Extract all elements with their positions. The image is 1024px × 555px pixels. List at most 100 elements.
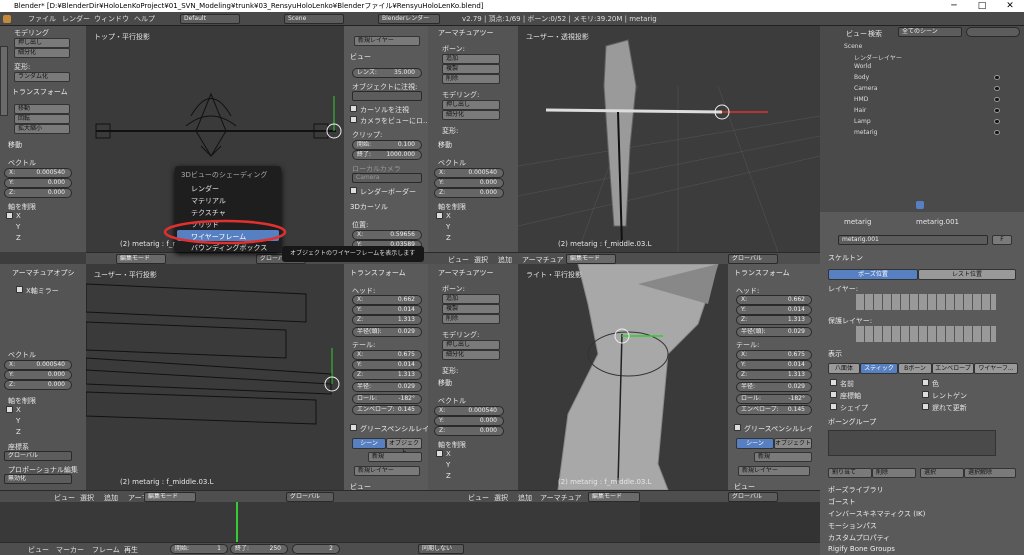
outliner-lamp[interactable]: Lamp	[854, 118, 871, 125]
outliner-search-input[interactable]	[966, 27, 1020, 37]
menu-help[interactable]: ヘルプ	[134, 14, 155, 24]
vector-z-tr[interactable]: Z: 0.000	[434, 188, 504, 198]
rotate-button[interactable]: 回転	[14, 114, 70, 124]
viewport-right-ortho[interactable]: ライト・平行投影 (2) metarig : f_middle.03.L	[518, 264, 728, 490]
motion-paths-section[interactable]: モーションパス	[828, 521, 877, 531]
mode-select-br[interactable]: 編集モード	[588, 492, 640, 502]
cam-to-view-checkbox[interactable]	[350, 116, 357, 123]
skeleton-section[interactable]: スケルトン	[828, 253, 863, 263]
transform-title-bl[interactable]: トランスフォーム	[350, 268, 406, 278]
ghost-section[interactable]: ゴースト	[828, 497, 856, 507]
bone-groups-section[interactable]: ボーングループ	[828, 417, 876, 427]
eye-icon[interactable]	[994, 119, 1000, 124]
delay-checkbox[interactable]	[922, 403, 929, 410]
bone-add-button[interactable]: 追加	[442, 54, 500, 64]
outliner-metarig[interactable]: metarig	[854, 129, 878, 136]
gp-object-tab[interactable]: オブジェクト	[386, 438, 422, 456]
scale-button[interactable]: 拡大縮小	[14, 124, 70, 134]
subdivide-button[interactable]: 細分化	[14, 48, 70, 58]
tail-z[interactable]: Z: 1.313	[352, 370, 422, 380]
new-layer-button[interactable]: 新規レイヤー	[354, 36, 420, 46]
vector-x-field[interactable]: X: 0.000540	[4, 168, 72, 178]
coord-select[interactable]: グローバル	[4, 451, 72, 461]
head-y-br[interactable]: Y: 0.014	[736, 305, 812, 315]
outliner-menu-search[interactable]: 検索	[868, 29, 882, 39]
bone-group-select[interactable]: 選択	[920, 468, 964, 478]
shading-texture[interactable]: テクスチャ	[191, 208, 226, 218]
layer-grid[interactable]	[856, 294, 996, 310]
tail-radius[interactable]: 半径: 0.029	[352, 382, 422, 392]
close-button[interactable]: ✕	[996, 0, 1024, 12]
cursor-x-field[interactable]: X: 0.59656	[352, 230, 422, 240]
eye-icon[interactable]	[994, 130, 1000, 135]
armature-tools-title[interactable]: アーマチュアツー	[438, 28, 493, 38]
move-panel-tr[interactable]: 移動	[438, 140, 452, 150]
viewport-user-ortho[interactable]: ユーザー・平行投影 (2) metarig : f_middle.03.L	[86, 264, 344, 490]
tail-y[interactable]: Y: 0.014	[352, 360, 422, 370]
frame-end-field[interactable]: 終了: 250	[230, 544, 288, 554]
minimize-button[interactable]: ─	[940, 0, 968, 12]
head-y[interactable]: Y: 0.014	[352, 305, 422, 315]
mode-select-tr[interactable]: 編集モード	[566, 254, 616, 264]
display-bbone[interactable]: Bボーン	[898, 363, 932, 374]
subdiv-br[interactable]: 細分化	[442, 350, 500, 360]
clip-end-field[interactable]: 終了: 1000.000	[352, 150, 422, 160]
gp-new-button[interactable]: 新規	[368, 452, 422, 462]
protected-layer-grid[interactable]	[856, 326, 996, 342]
outliner-body[interactable]: Body	[854, 74, 869, 81]
outliner-menu-view[interactable]: ビュー	[846, 29, 867, 39]
bone-duplicate-button[interactable]: 複製	[442, 64, 500, 74]
display-section[interactable]: 表示	[828, 349, 842, 359]
outliner-camera[interactable]: Camera	[854, 85, 878, 92]
display-octahedral[interactable]: 八面体	[828, 363, 860, 374]
transform-title-br[interactable]: トランスフォーム	[734, 268, 790, 278]
bone-group-assign[interactable]: 割り当て	[828, 468, 872, 478]
menu-file[interactable]: ファイル	[28, 14, 56, 24]
extrude-button-tr[interactable]: 押し出し	[442, 100, 500, 110]
lock-object-field[interactable]	[352, 91, 422, 101]
move-button[interactable]: 移動	[14, 104, 70, 114]
vector-x-br[interactable]: X: 0.000540	[434, 406, 504, 416]
menu-render[interactable]: レンダー	[62, 14, 90, 24]
constraint-x-bl[interactable]	[6, 406, 13, 413]
tl-menu-marker[interactable]: マーカー	[56, 545, 84, 555]
layout-select[interactable]: Default	[180, 14, 240, 24]
cursor-section[interactable]: 3Dカーソル	[350, 202, 388, 212]
tl-menu-frame[interactable]: フレーム	[92, 545, 120, 555]
eye-icon[interactable]	[994, 108, 1000, 113]
axes-checkbox[interactable]	[830, 391, 837, 398]
vector-z-br[interactable]: Z: 0.000	[434, 426, 504, 436]
tail-x[interactable]: X: 0.675	[352, 350, 422, 360]
vector-x-bl[interactable]: X: 0.000540	[4, 360, 72, 370]
current-frame-field[interactable]: 2	[292, 544, 340, 554]
head-x[interactable]: X: 0.662	[352, 295, 422, 305]
head-z[interactable]: Z: 1.313	[352, 315, 422, 325]
pivot-select-br[interactable]: グローバル	[728, 492, 778, 502]
bone-group-deselect[interactable]: 選択解除	[964, 468, 1016, 478]
vector-z-bl[interactable]: Z: 0.000	[4, 380, 72, 390]
custom-props-section[interactable]: カスタムプロパティ	[828, 533, 890, 543]
pivot-select-tr[interactable]: グローバル	[728, 254, 778, 264]
shading-render[interactable]: レンダー	[191, 184, 219, 194]
bone-del-br[interactable]: 削除	[442, 314, 500, 324]
view-section[interactable]: ビュー	[350, 52, 371, 62]
randomize-button[interactable]: ランダム化	[14, 72, 70, 82]
operator-panel-title[interactable]: 移動	[8, 140, 22, 150]
gp-scene-br[interactable]: シーン	[736, 438, 774, 449]
lens-field[interactable]: レンズ: 35.000	[352, 68, 422, 78]
shelf-tabs[interactable]	[0, 46, 8, 116]
sync-select[interactable]: 同期しない	[418, 544, 464, 554]
maximize-button[interactable]: □	[968, 0, 996, 12]
move-panel-br[interactable]: 移動	[438, 378, 452, 388]
bone-delete-button[interactable]: 削除	[442, 74, 500, 84]
vector-y-tr[interactable]: Y: 0.000	[434, 178, 504, 188]
gp-checkbox-br[interactable]	[734, 424, 741, 431]
outliner-renderlayers[interactable]: レンダーレイヤー	[854, 53, 902, 62]
pose-position-button[interactable]: ポーズ位置	[828, 269, 918, 280]
tl-menu-playback[interactable]: 再生	[124, 545, 138, 555]
head-radius[interactable]: 半径(頭): 0.029	[352, 327, 422, 337]
roll-br[interactable]: ロール: -182°	[736, 394, 812, 404]
colors-checkbox[interactable]	[922, 379, 929, 386]
vector-y-br[interactable]: Y: 0.000	[434, 416, 504, 426]
mode-select-top[interactable]: 編集モード	[116, 254, 166, 264]
